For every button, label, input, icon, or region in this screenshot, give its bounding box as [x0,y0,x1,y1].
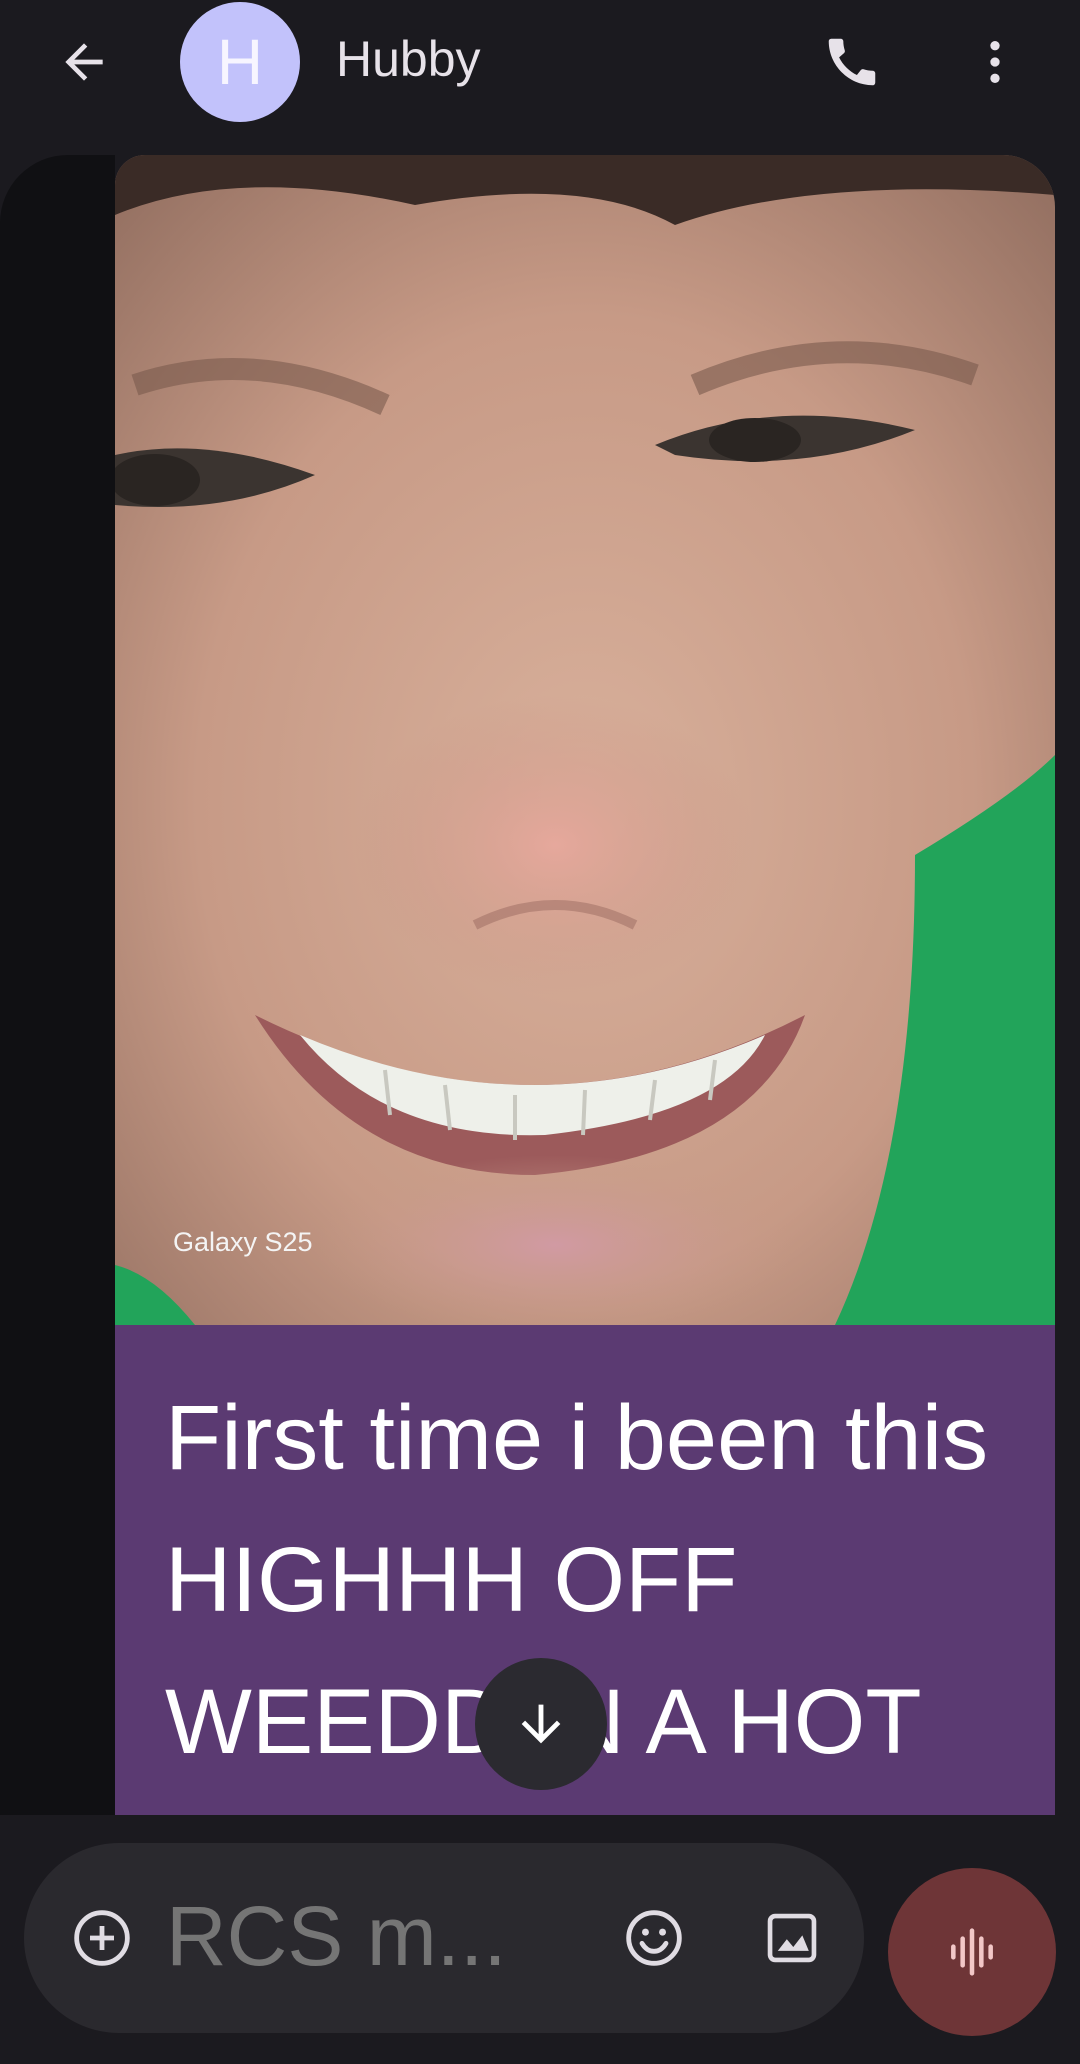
emoji-icon [626,1910,682,1966]
more-vert-icon [990,41,1000,83]
arrow-down-icon [521,1704,561,1744]
message-photo[interactable]: Galaxy S25 [115,155,1055,1325]
scroll-to-bottom-button[interactable] [475,1658,607,1790]
gallery-button[interactable] [752,1898,832,1978]
voice-waveform-icon [951,1928,993,1976]
attach-button[interactable] [62,1898,142,1978]
contact-name[interactable]: Hubby [336,30,481,88]
thread-shade [0,155,115,1815]
voice-message-button[interactable] [888,1868,1056,2036]
photo-watermark: Galaxy S25 [173,1227,313,1257]
avatar-initial: H [216,26,264,98]
contact-avatar[interactable]: H [180,2,300,122]
more-options-button[interactable] [960,22,1030,102]
back-button[interactable] [44,22,124,102]
message-input[interactable] [166,1881,606,1991]
call-button[interactable] [812,22,892,102]
top-app-bar: H Hubby [0,0,1080,130]
phone-icon [828,38,876,86]
message-bubble[interactable]: Galaxy S25 First time i been this HIGHHH… [115,155,1055,1815]
message-composer [24,1843,864,2033]
arrow-left-icon [65,43,103,81]
add-circle-icon [74,1910,130,1966]
photo-image [115,155,1055,1325]
conversation-screen: H Hubby Galaxy S25 First time i been thi… [0,0,1080,2064]
image-icon [767,1913,817,1963]
message-thread[interactable]: Galaxy S25 First time i been this HIGHHH… [0,155,1080,1815]
emoji-button[interactable] [614,1898,694,1978]
